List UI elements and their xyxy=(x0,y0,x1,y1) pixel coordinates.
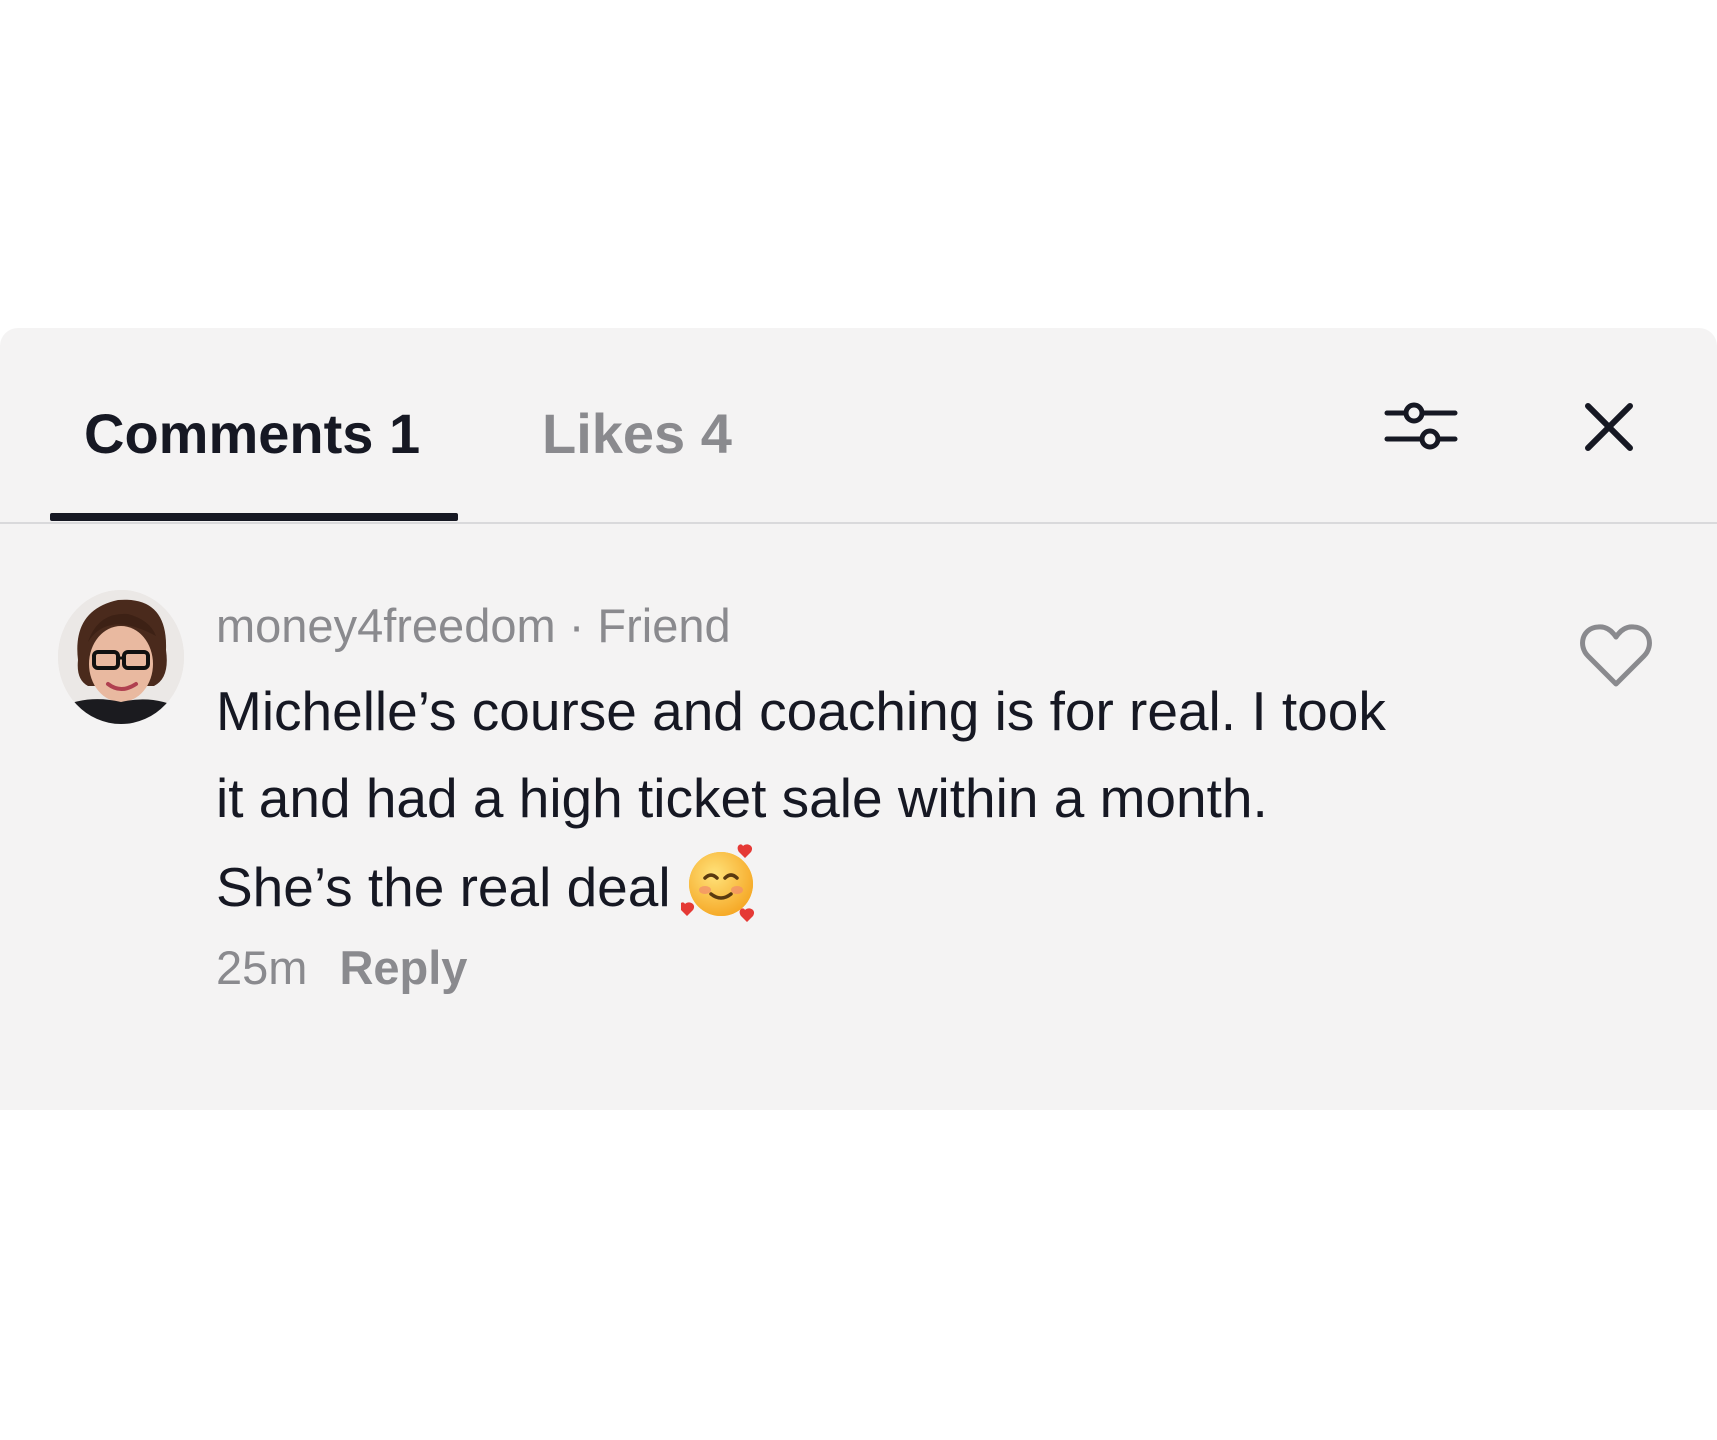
comment-username[interactable]: money4freedom xyxy=(216,599,556,652)
header-divider xyxy=(0,522,1717,524)
sliders-icon[interactable] xyxy=(1384,397,1458,455)
author-separator: · xyxy=(555,599,598,652)
friend-badge: Friend xyxy=(597,599,731,652)
heart-outline-icon[interactable] xyxy=(1578,622,1654,690)
reply-button[interactable]: Reply xyxy=(339,941,467,994)
avatar[interactable] xyxy=(58,590,184,724)
avatar-image xyxy=(58,590,184,724)
comment-timestamp: 25m xyxy=(216,941,308,994)
comment-text: Michelle’s course and coaching is for re… xyxy=(216,680,1386,918)
active-tab-indicator xyxy=(50,513,458,521)
smiling-face-with-hearts-icon xyxy=(680,844,754,922)
comment-body: Michelle’s course and coaching is for re… xyxy=(216,668,1416,931)
tab-likes[interactable]: Likes 4 xyxy=(542,402,732,466)
comment-author-line: money4freedom · Friend xyxy=(216,598,731,654)
tab-comments[interactable]: Comments 1 xyxy=(84,402,420,466)
comment-meta: 25m Reply xyxy=(216,940,467,996)
close-icon[interactable] xyxy=(1580,398,1638,456)
